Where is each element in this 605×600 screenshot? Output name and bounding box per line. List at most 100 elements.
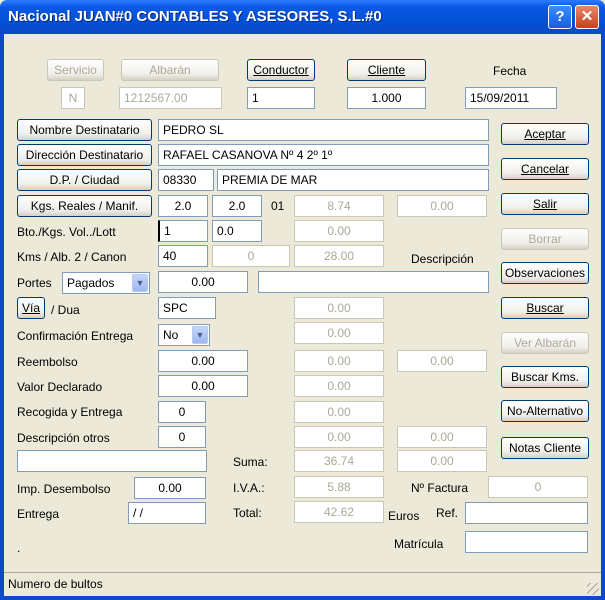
portes-label: Portes: [17, 276, 52, 290]
albaran-field[interactable]: 1212567.00: [119, 87, 222, 109]
conductor-button[interactable]: Conductor: [247, 59, 315, 81]
conductor-field[interactable]: 1: [247, 87, 315, 109]
fecha-field[interactable]: 15/09/2011: [465, 87, 557, 109]
observaciones-button[interactable]: Observaciones: [501, 262, 589, 284]
recogida-total-field[interactable]: 0.00: [294, 401, 384, 423]
otros-text-field[interactable]: [17, 450, 207, 472]
chevron-down-icon[interactable]: ▼: [132, 274, 148, 292]
servicio-button[interactable]: Servicio: [47, 59, 104, 81]
confirmacion-select-value: No: [163, 328, 179, 342]
confirmacion-total-field[interactable]: 0.00: [294, 322, 384, 344]
window-frame-left: [0, 34, 4, 600]
help-button[interactable]: ?: [548, 5, 572, 29]
descripcion-label: Descripción: [411, 252, 474, 266]
entrega-field[interactable]: / /: [128, 502, 206, 524]
via-field[interactable]: SPC: [158, 297, 216, 319]
via-button[interactable]: Vía: [17, 297, 45, 319]
portes-amount-field[interactable]: 0.00: [158, 271, 248, 293]
ref-field[interactable]: [465, 502, 588, 524]
confirmacion-label: Confirmación Entrega: [17, 329, 134, 343]
iva-field[interactable]: 5.88: [294, 476, 384, 498]
kgs-manif-field[interactable]: 2.0: [212, 195, 262, 217]
descotros-extra-field[interactable]: 0.00: [397, 426, 487, 448]
albaran-button[interactable]: Albarán: [121, 59, 219, 81]
no-alternativo-button[interactable]: No-Alternativo: [501, 400, 589, 422]
bultos-field[interactable]: 1: [158, 220, 208, 242]
reembolso-total-field[interactable]: 0.00: [294, 350, 384, 372]
buscar-button[interactable]: Buscar: [501, 297, 589, 319]
dua-label: / Dua: [51, 303, 80, 317]
total-label: Total:: [233, 506, 262, 520]
kgs-code: 01: [271, 199, 285, 213]
aceptar-button[interactable]: Aceptar: [501, 123, 589, 145]
kgs-reales-field[interactable]: 2.0: [158, 195, 208, 217]
canon-field[interactable]: 28.00: [294, 245, 384, 267]
cancelar-button[interactable]: Cancelar: [501, 158, 589, 180]
salir-button[interactable]: Salir: [501, 193, 589, 215]
suma-label: Suma:: [233, 455, 268, 469]
salir-button-label: Salir: [532, 197, 557, 211]
borrar-button[interactable]: Borrar: [501, 228, 589, 250]
euros-label: Euros: [388, 509, 420, 523]
kgs-value-field[interactable]: 8.74: [294, 195, 384, 217]
close-button[interactable]: ✕: [575, 5, 599, 29]
notas-cliente-button[interactable]: Notas Cliente: [501, 437, 589, 459]
chevron-down-icon[interactable]: ▼: [192, 326, 208, 344]
window-title: Nacional JUAN#0 CONTABLES Y ASESORES, S.…: [8, 8, 382, 25]
title-bar: Nacional JUAN#0 CONTABLES Y ASESORES, S.…: [0, 0, 605, 34]
factura-field[interactable]: 0: [488, 476, 588, 498]
suma-field[interactable]: 36.74: [294, 450, 384, 472]
descotros-total-field[interactable]: 0.00: [294, 426, 384, 448]
suma-extra-field[interactable]: 0.00: [397, 450, 487, 472]
aceptar-button-label: Aceptar: [524, 127, 566, 141]
nombre-destinatario-field[interactable]: PEDRO SL: [158, 119, 489, 141]
factura-label: Nº Factura: [411, 481, 469, 495]
recogida-field[interactable]: 0: [158, 401, 206, 423]
kgs-extra-field[interactable]: 0.00: [397, 195, 487, 217]
valor-total-field[interactable]: 0.00: [294, 375, 384, 397]
resize-grip-icon[interactable]: [587, 583, 599, 595]
reembolso-label: Reembolso: [17, 355, 78, 369]
direccion-destinatario-field[interactable]: RAFAEL CASANOVA Nº 4 2º 1º: [158, 144, 489, 166]
status-bar: Numero de bultos: [4, 572, 601, 597]
kms-field[interactable]: 40: [158, 245, 208, 267]
impdes-field[interactable]: 0.00: [134, 477, 206, 499]
ref-label: Ref.: [436, 506, 459, 520]
cliente-button[interactable]: Cliente: [347, 59, 426, 81]
conductor-button-label: Conductor: [253, 63, 309, 77]
bto-label: Bto./Kgs. Vol../Lott: [17, 225, 116, 239]
confirmacion-select[interactable]: No ▼: [158, 324, 210, 346]
buscar-button-label: Buscar: [526, 301, 564, 315]
direccion-destinatario-button[interactable]: Dirección Destinatario: [17, 144, 152, 166]
entrega-label: Entrega: [17, 507, 60, 521]
cancelar-button-label: Cancelar: [520, 162, 570, 176]
alb2-field[interactable]: 0: [212, 245, 290, 267]
reembolso-extra-field[interactable]: 0.00: [397, 350, 487, 372]
window-frame-bottom: [0, 596, 605, 600]
servicio-field[interactable]: N: [61, 87, 85, 109]
descotros-field[interactable]: 0: [158, 426, 206, 448]
iva-label: I.V.A.:: [233, 481, 265, 495]
kgs-reales-button[interactable]: Kgs. Reales / Manif.: [17, 195, 152, 217]
reembolso-field[interactable]: 0.00: [158, 350, 248, 372]
matricula-label: Matrícula: [394, 537, 444, 551]
dp-field[interactable]: 08330: [158, 169, 214, 191]
via-total-field[interactable]: 0.00: [294, 297, 384, 319]
kgs-vol-field[interactable]: 0.0: [212, 220, 262, 242]
descotros-label: Descripción otros: [17, 431, 110, 445]
fecha-label: Fecha: [493, 64, 527, 78]
valor-field[interactable]: 0.00: [158, 375, 248, 397]
total-field[interactable]: 42.62: [294, 501, 384, 523]
bto-total-field[interactable]: 0.00: [294, 220, 384, 242]
descripcion-field[interactable]: [258, 271, 489, 293]
portes-select[interactable]: Pagados ▼: [62, 272, 150, 294]
cliente-button-label: Cliente: [367, 63, 406, 77]
matricula-field[interactable]: [465, 531, 588, 553]
buscar-kms-button[interactable]: Buscar Kms.: [501, 366, 589, 388]
ver-albaran-button[interactable]: Ver Albarán: [501, 332, 589, 354]
nombre-destinatario-button[interactable]: Nombre Destinatario: [17, 119, 152, 141]
ciudad-field[interactable]: PREMIA DE MAR: [217, 169, 489, 191]
via-button-label: Vía: [21, 301, 40, 315]
dp-ciudad-button[interactable]: D.P. / Ciudad: [17, 169, 152, 191]
cliente-field[interactable]: 1.000: [347, 87, 426, 109]
